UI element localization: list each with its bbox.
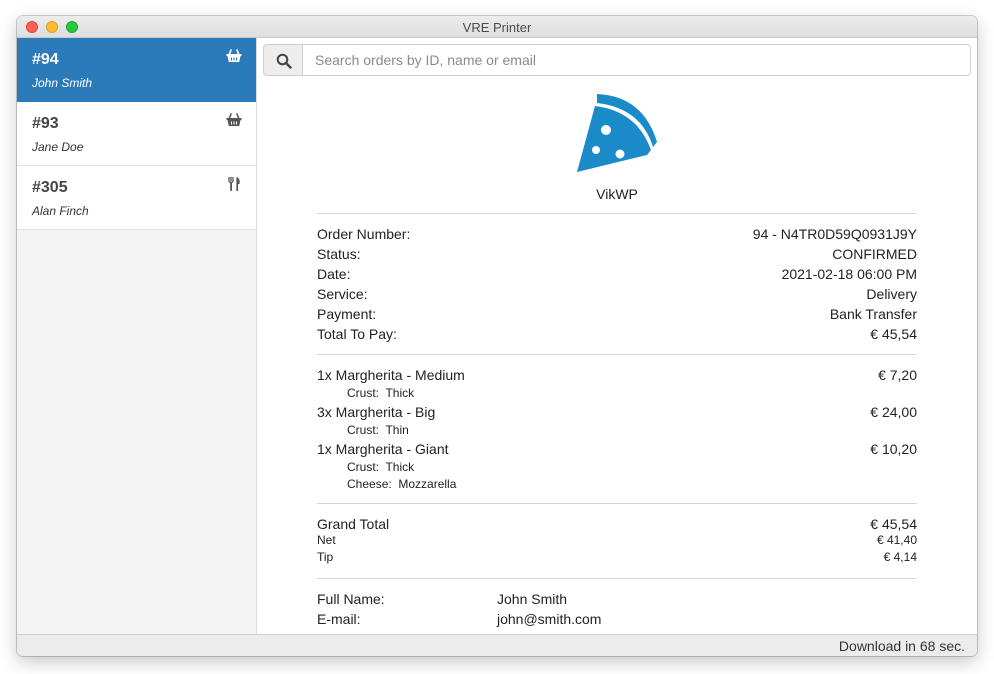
option-value: Thick	[385, 386, 415, 400]
detail-value: Delivery	[866, 286, 917, 302]
window-title: VRE Printer	[462, 20, 532, 35]
detail-value: 94 - N4TR0D59Q0931J9Y	[752, 226, 917, 242]
divider	[317, 354, 917, 355]
grand-total-row: Grand Total € 45,54	[317, 514, 917, 534]
detail-row: Total To Pay: € 45,54	[317, 324, 917, 344]
order-number: #305	[32, 179, 68, 196]
detail-value: 2021-02-18 06:00 PM	[781, 266, 917, 282]
title-bar: VRE Printer	[17, 16, 977, 38]
detail-label: Payment:	[317, 306, 377, 322]
order-item-305[interactable]: #305 Alan Finch	[17, 166, 256, 230]
divider	[317, 503, 917, 504]
option-value: Thin	[385, 423, 409, 437]
net-row: Net € 41,40	[317, 532, 917, 549]
option-value: Thick	[385, 460, 415, 474]
customer-label: E-mail:	[317, 611, 361, 627]
item-option: Crust: Thick	[347, 459, 414, 476]
divider	[317, 213, 917, 214]
detail-label: Status:	[317, 246, 361, 262]
detail-label: Date:	[317, 266, 351, 282]
detail-row: Date: 2021-02-18 06:00 PM	[317, 264, 917, 284]
customer-value: john@smith.com	[497, 611, 602, 627]
item-name: 3x Margherita - Big	[317, 404, 436, 420]
detail-row: Service: Delivery	[317, 284, 917, 304]
option-label: Cheese:	[347, 477, 392, 491]
orders-sidebar: #94 John Smith #93 Jane Doe #305 Alan Fi…	[17, 38, 257, 634]
status-bar: Download in 68 sec.	[17, 634, 977, 656]
detail-row: Order Number: 94 - N4TR0D59Q0931J9Y	[317, 224, 917, 244]
detail-row: Status: CONFIRMED	[317, 244, 917, 264]
option-label: Crust:	[347, 460, 380, 474]
item-option: Crust: Thick	[347, 385, 414, 402]
basket-icon	[226, 48, 242, 64]
order-customer-name: John Smith	[32, 76, 93, 90]
order-number: #93	[32, 115, 59, 132]
detail-label: Order Number:	[317, 226, 411, 242]
customer-value: John Smith	[497, 591, 568, 607]
divider	[317, 578, 917, 579]
option-label: Crust:	[347, 386, 380, 400]
basket-icon	[226, 112, 242, 128]
item-name: 1x Margherita - Giant	[317, 441, 449, 457]
search-button[interactable]	[263, 44, 303, 76]
grand-total-label: Grand Total	[317, 516, 390, 532]
tip-row: Tip € 4,14	[317, 549, 917, 566]
search-icon	[276, 53, 292, 69]
app-window: VRE Printer #94 John Smith #93 Jane Doe …	[17, 16, 977, 656]
option-label: Crust:	[347, 423, 380, 437]
detail-value: CONFIRMED	[832, 246, 917, 262]
item-row: 1x Margherita - Medium € 7,20	[317, 365, 917, 385]
detail-value: Bank Transfer	[829, 306, 917, 322]
detail-value: € 45,54	[870, 326, 917, 342]
item-price: € 10,20	[870, 441, 917, 457]
search-input[interactable]	[303, 44, 971, 76]
item-row: 3x Margherita - Big € 24,00	[317, 402, 917, 422]
order-number: #94	[32, 51, 59, 68]
order-customer-name: Alan Finch	[32, 204, 89, 218]
detail-row: Payment: Bank Transfer	[317, 304, 917, 324]
detail-label: Service:	[317, 286, 368, 302]
cutlery-icon	[226, 176, 242, 192]
item-price: € 24,00	[870, 404, 917, 420]
tip-value: € 4,14	[883, 550, 917, 564]
order-item-94[interactable]: #94 John Smith	[17, 38, 256, 102]
item-option: Crust: Thin	[347, 422, 409, 439]
item-price: € 7,20	[878, 367, 917, 383]
order-item-93[interactable]: #93 Jane Doe	[17, 102, 256, 166]
option-value: Mozzarella	[398, 477, 457, 491]
main-panel: VikWP Order Number: 94 - N4TR0D59Q0931J9…	[257, 38, 977, 634]
customer-row: E-mail: john@smith.com	[317, 609, 917, 629]
item-option: Cheese: Mozzarella	[347, 476, 456, 493]
net-value: € 41,40	[876, 533, 917, 547]
customer-row: Full Name: John Smith	[317, 589, 917, 609]
order-customer-name: Jane Doe	[32, 140, 84, 154]
item-row: 1x Margherita - Giant € 10,20	[317, 439, 917, 459]
detail-label: Total To Pay:	[317, 326, 397, 342]
customer-label: Full Name:	[317, 591, 385, 607]
pizza-slice-icon	[575, 92, 659, 177]
search-bar	[263, 44, 971, 76]
item-name: 1x Margherita - Medium	[317, 367, 465, 383]
tip-label: Tip	[317, 550, 334, 564]
download-countdown: Download in 68 sec.	[838, 638, 965, 654]
brand-name: VikWP	[596, 186, 638, 202]
net-label: Net	[317, 533, 336, 547]
grand-total-value: € 45,54	[870, 516, 917, 532]
